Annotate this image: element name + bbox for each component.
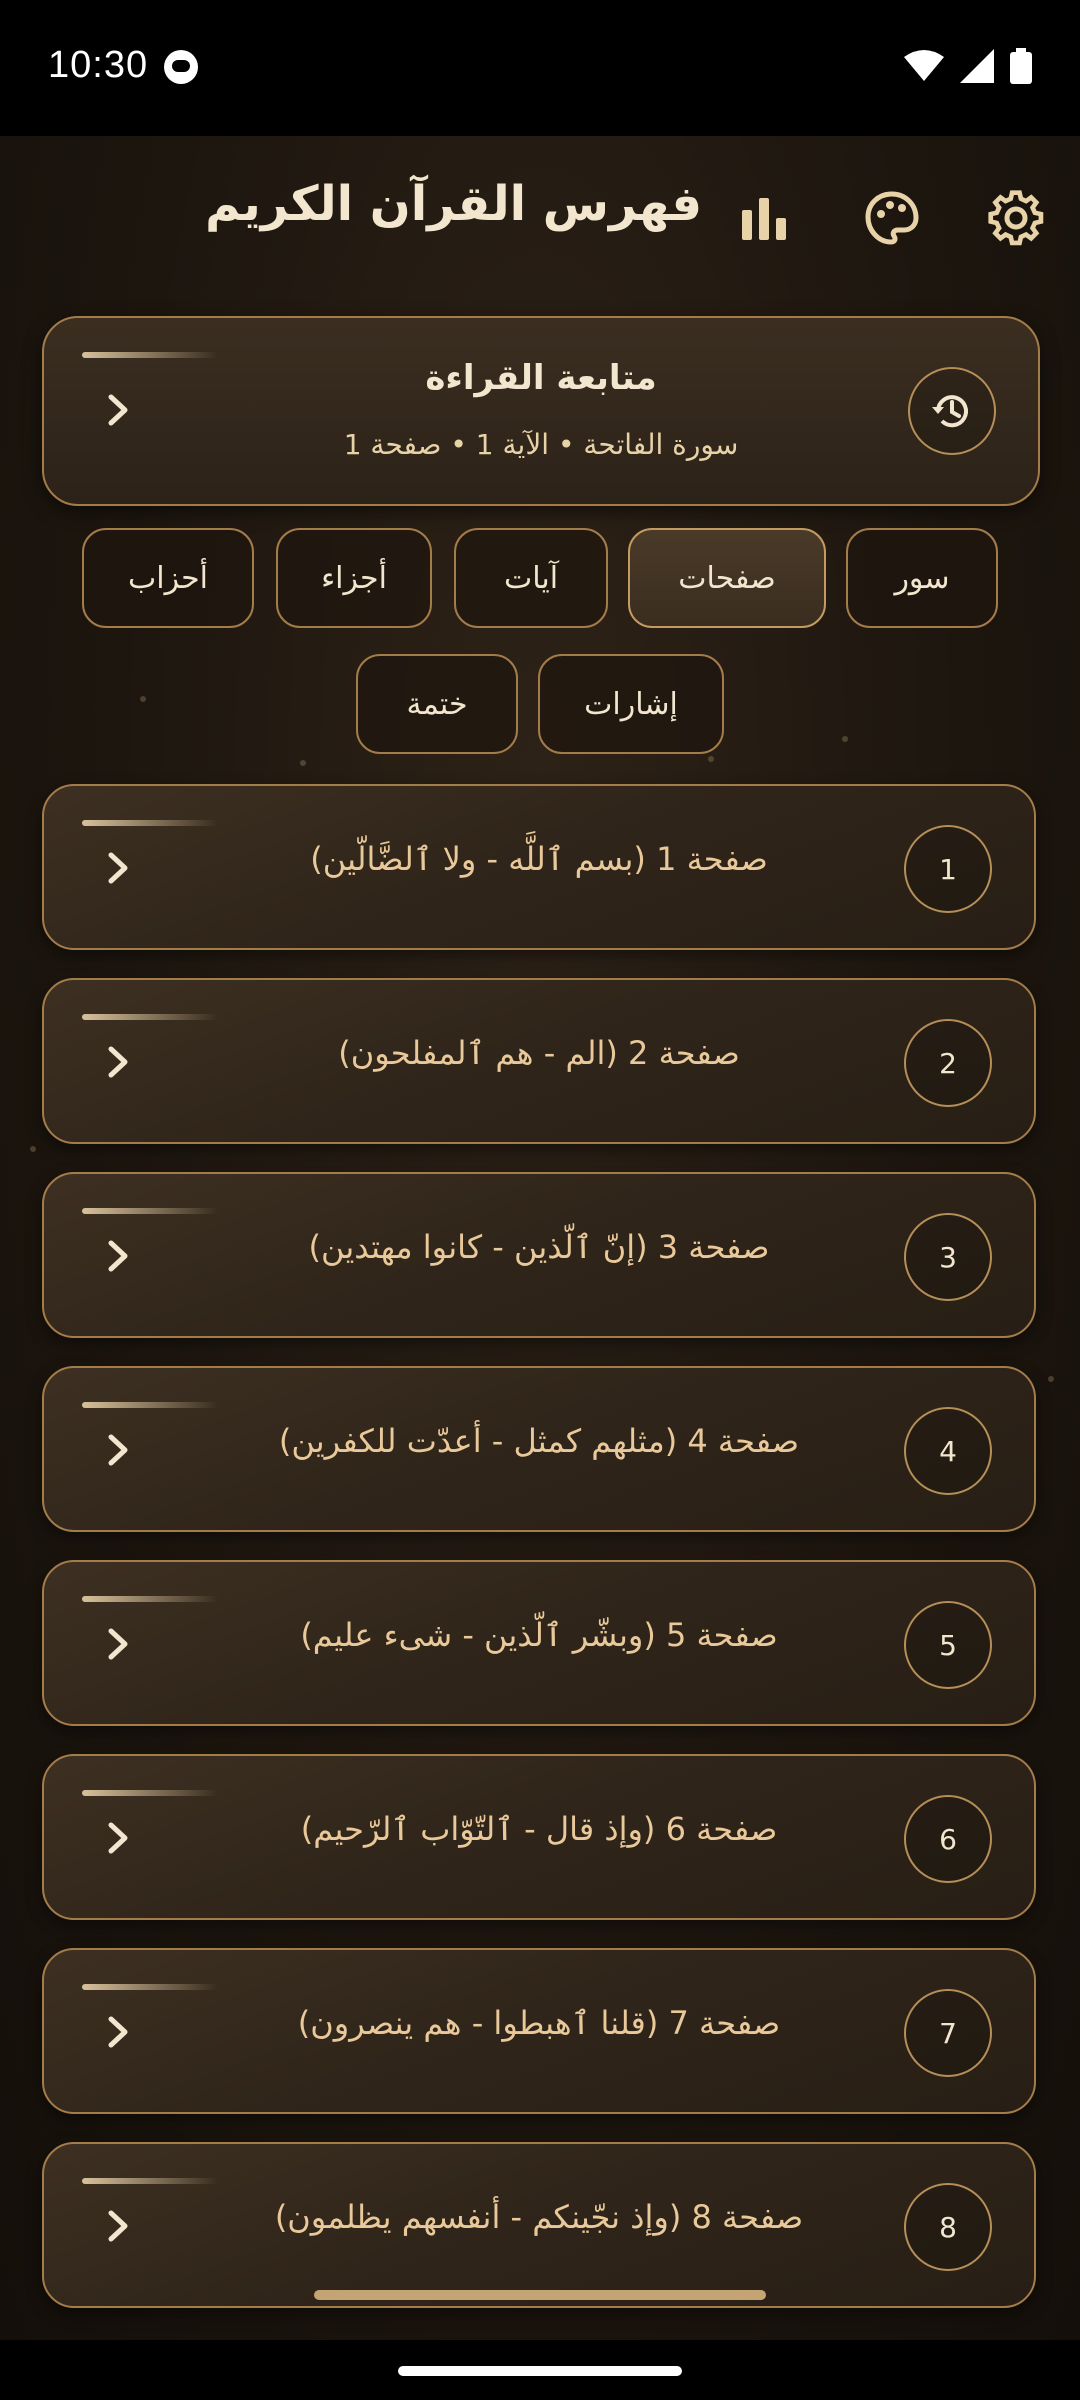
card-accent-line <box>82 820 218 826</box>
card-accent-line <box>82 1014 218 1020</box>
sparkle-decoration <box>140 696 146 702</box>
page-number-badge: 7 <box>904 1989 992 2077</box>
card-accent-line <box>82 1790 218 1796</box>
page-number-badge: 4 <box>904 1407 992 1495</box>
page-item-label: صفحة 6 (وإذ قال - ٱلتّوّاب ٱلرّحيم) <box>300 1810 778 1848</box>
page-number-badge: 5 <box>904 1601 992 1689</box>
page-list-item[interactable]: صفحة 2 (الم - هم ٱلمفلحون) 2 <box>42 978 1036 1144</box>
history-icon <box>932 395 968 428</box>
page-list-item[interactable]: صفحة 7 (قلنا ٱهبطوا - هم ينصرون) 7 <box>42 1948 1036 2114</box>
chevron-right-icon <box>98 1624 138 1664</box>
page-title: فهرس القرآن الكريم <box>205 176 702 232</box>
top-app-bar: فهرس القرآن الكريم <box>0 136 1080 336</box>
page-list-item[interactable]: صفحة 8 (وإذ نجّينكم - أنفسهم يظلمون) 8 <box>42 2142 1036 2308</box>
resume-subtitle: سورة الفاتحة • الآية 1 • صفحة 1 <box>343 428 739 461</box>
chevron-right-icon <box>98 1236 138 1276</box>
page-list-item[interactable]: صفحة 4 (مثلهم كمثل - أعدّت للكفرين) 4 <box>42 1366 1036 1532</box>
page-item-label: صفحة 8 (وإذ نجّينكم - أنفسهم يظلمون) <box>274 2198 804 2236</box>
chevron-right-icon <box>98 1430 138 1470</box>
status-time: 10:30 <box>48 44 149 86</box>
status-bar: 10:30 <box>0 0 1080 136</box>
palette-icon <box>865 191 919 245</box>
sparkle-decoration <box>1048 1376 1054 1382</box>
sparkle-decoration <box>708 756 714 762</box>
tab-pages[interactable]: صفحات <box>628 528 826 628</box>
chevron-right-icon <box>98 2206 138 2246</box>
chevron-right-icon <box>98 390 138 430</box>
page-item-label: صفحة 4 (مثلهم كمثل - أعدّت للكفرين) <box>278 1422 800 1460</box>
page-list-item[interactable]: صفحة 6 (وإذ قال - ٱلتّوّاب ٱلرّحيم) 6 <box>42 1754 1036 1920</box>
tab-juz[interactable]: أجزاء <box>276 528 432 628</box>
home-gesture-handle[interactable] <box>398 2366 682 2376</box>
app-screen: فهرس القرآن الكريم متابعة القراءة سورة ا… <box>0 136 1080 2340</box>
status-icons <box>904 48 1032 84</box>
stats-button[interactable] <box>732 186 796 250</box>
page-number-badge: 2 <box>904 1019 992 1107</box>
wifi-icon <box>904 50 944 81</box>
system-navigation-bar <box>0 2340 1080 2400</box>
card-accent-line <box>82 1984 218 1990</box>
card-accent-line <box>82 1402 218 1408</box>
page-list-item[interactable]: صفحة 5 (وبشّر ٱلّذين - شىء عليم) 5 <box>42 1560 1036 1726</box>
theme-button[interactable] <box>860 186 924 250</box>
page-list-item[interactable]: صفحة 3 (إنّ ٱلّذين - كانوا مهتدين) 3 <box>42 1172 1036 1338</box>
gear-icon <box>988 190 1044 246</box>
sparkle-decoration <box>842 736 848 742</box>
page-item-label: صفحة 3 (إنّ ٱلّذين - كانوا مهتدين) <box>308 1228 770 1266</box>
signal-icon <box>960 49 994 83</box>
tab-surahs[interactable]: سور <box>846 528 998 628</box>
page-item-label: صفحة 5 (وبشّر ٱلّذين - شىء عليم) <box>300 1616 778 1654</box>
history-button[interactable] <box>908 367 996 455</box>
resume-title: متابعة القراءة <box>425 358 657 398</box>
card-accent-line <box>82 2178 218 2184</box>
chevron-right-icon <box>98 2012 138 2052</box>
page-item-label: صفحة 7 (قلنا ٱهبطوا - هم ينصرون) <box>297 2004 781 2042</box>
sparkle-decoration <box>30 1146 36 1152</box>
battery-icon <box>1010 48 1032 84</box>
settings-button[interactable] <box>984 186 1048 250</box>
scroll-indicator[interactable] <box>314 2290 766 2300</box>
chevron-right-icon <box>98 848 138 888</box>
page-number-badge: 3 <box>904 1213 992 1301</box>
chevron-right-icon <box>98 1042 138 1082</box>
page-item-label: صفحة 2 (الم - هم ٱلمفلحون) <box>338 1034 740 1072</box>
tab-ayahs[interactable]: آيات <box>454 528 608 628</box>
card-accent-line <box>82 1208 218 1214</box>
page-item-label: صفحة 1 (بسم ٱللَّه - ولا ٱلضَّالّين) <box>310 840 768 878</box>
page-number-badge: 6 <box>904 1795 992 1883</box>
resume-reading-card[interactable]: متابعة القراءة سورة الفاتحة • الآية 1 • … <box>42 316 1040 506</box>
tab-khatma[interactable]: ختمة <box>356 654 518 754</box>
sparkle-decoration <box>300 760 306 766</box>
page-number-badge: 8 <box>904 2183 992 2271</box>
tab-hizb[interactable]: أحزاب <box>82 528 254 628</box>
chevron-right-icon <box>98 1818 138 1858</box>
card-accent-line <box>82 1596 218 1602</box>
bar-chart-icon <box>742 198 786 240</box>
notification-app-icon <box>164 50 198 84</box>
page-number-badge: 1 <box>904 825 992 913</box>
page-list-item[interactable]: صفحة 1 (بسم ٱللَّه - ولا ٱلضَّالّين) 1 <box>42 784 1036 950</box>
tab-bookmarks[interactable]: إشارات <box>538 654 724 754</box>
